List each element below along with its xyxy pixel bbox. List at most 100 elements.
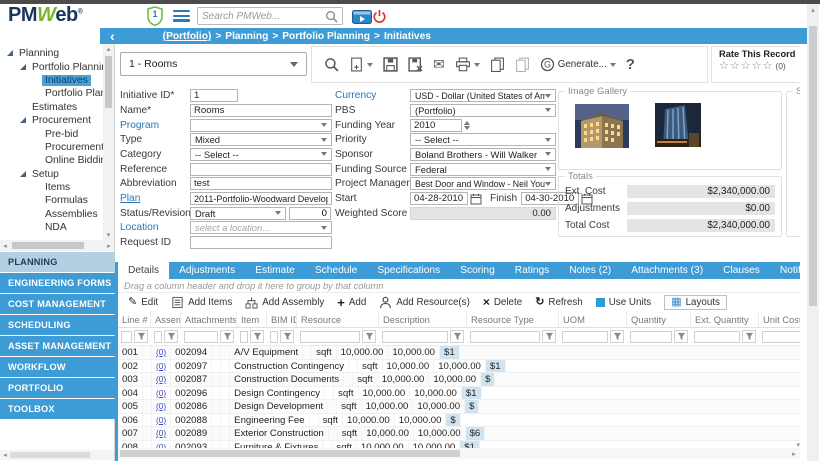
- scroll-down-icon[interactable]: ▾: [103, 231, 114, 239]
- rating-stars[interactable]: ☆☆☆☆☆: [719, 60, 773, 72]
- filter-input[interactable]: [694, 331, 740, 343]
- attachments-link[interactable]: (0): [156, 401, 166, 411]
- tree-caret-icon[interactable]: [32, 156, 42, 165]
- category-select[interactable]: -- Select --: [190, 148, 332, 161]
- tree-caret-icon[interactable]: [32, 130, 42, 139]
- funding-year-stepper[interactable]: [464, 121, 470, 130]
- scrollbar-thumb[interactable]: [105, 56, 112, 108]
- filter-funnel-icon[interactable]: [674, 330, 688, 343]
- scroll-right-icon[interactable]: ▸: [104, 242, 114, 250]
- tab[interactable]: Estimate: [245, 262, 305, 279]
- tree-caret-icon[interactable]: [32, 183, 42, 192]
- tree-caret-icon[interactable]: [19, 63, 29, 72]
- tree-caret-icon[interactable]: [32, 89, 42, 98]
- breadcrumb-home-link[interactable]: (Portfolio): [163, 31, 212, 42]
- chevron-down-icon[interactable]: [367, 63, 373, 67]
- column-header[interactable]: Assembl: [151, 311, 181, 327]
- attachments-link[interactable]: (0): [156, 415, 166, 425]
- tree-node[interactable]: Pre-bid: [0, 127, 103, 140]
- paste-record-button[interactable]: [515, 57, 530, 72]
- table-row[interactable]: 005 (0) 002086 Design Development sqft 1…: [118, 400, 800, 414]
- sidebar-bottom-scrollbar[interactable]: ◂: [0, 450, 114, 460]
- tree-node[interactable]: Formulas: [0, 194, 103, 207]
- filter-funnel-icon[interactable]: [220, 330, 234, 343]
- pmweb-logo[interactable]: PMWeb®: [8, 4, 82, 27]
- spinner-up-icon[interactable]: [464, 121, 470, 125]
- gallery-image-1[interactable]: [575, 104, 629, 148]
- tab[interactable]: Adjustments: [169, 262, 245, 279]
- tree-node[interactable]: NDA: [0, 221, 103, 234]
- filter-funnel-icon[interactable]: [742, 330, 756, 343]
- tree-caret-icon[interactable]: [32, 76, 42, 85]
- module-item[interactable]: SCHEDULING: [0, 315, 115, 335]
- attachments-link[interactable]: (0): [156, 428, 166, 438]
- record-selector-dropdown[interactable]: 1 - Rooms: [120, 52, 307, 76]
- filter-funnel-icon[interactable]: [362, 330, 376, 343]
- scrollbar-thumb[interactable]: [12, 242, 84, 249]
- project-manager-select[interactable]: Best Door and Window - Neil Youngers: [410, 177, 556, 190]
- module-item[interactable]: PORTFOLIO: [0, 378, 115, 398]
- use-units-checkbox[interactable]: Use Units: [596, 297, 651, 308]
- attachments-link[interactable]: (0): [156, 347, 166, 357]
- breadcrumb-item[interactable]: Planning: [225, 31, 268, 42]
- type-select[interactable]: Mixed: [190, 133, 332, 146]
- module-item[interactable]: WORKFLOW: [0, 357, 115, 377]
- tree-caret-icon[interactable]: [6, 49, 16, 58]
- filter-input[interactable]: [154, 331, 162, 343]
- table-row[interactable]: 004 (0) 002096 Design Contingency sqft 1…: [118, 387, 800, 401]
- tree-node[interactable]: Portfolio Planning: [0, 60, 103, 73]
- star-icon[interactable]: ☆: [752, 60, 763, 72]
- power-logout-icon[interactable]: [372, 9, 387, 24]
- tab[interactable]: Notes (2): [559, 262, 621, 279]
- reference-input[interactable]: [190, 163, 332, 176]
- star-icon[interactable]: ☆: [719, 60, 730, 72]
- currency-select[interactable]: USD - Dollar (United States of America): [410, 89, 556, 102]
- page-vertical-scrollbar[interactable]: ▴: [807, 4, 819, 461]
- module-item[interactable]: PLANNING: [0, 252, 115, 272]
- priority-select[interactable]: -- Select --: [410, 133, 556, 146]
- module-item[interactable]: ENGINEERING FORMS: [0, 273, 115, 293]
- column-header[interactable]: Description: [379, 311, 467, 327]
- refresh-button[interactable]: ↻Refresh: [535, 297, 583, 308]
- column-header[interactable]: Unit Cost: [759, 311, 800, 327]
- tab[interactable]: Attachments (3): [621, 262, 713, 279]
- scrollbar-thumb[interactable]: [10, 452, 90, 458]
- status-select[interactable]: Draft: [190, 207, 286, 220]
- add-items-button[interactable]: Add Items: [171, 296, 232, 309]
- edit-button[interactable]: ✎Edit: [128, 297, 158, 308]
- generate-button[interactable]: Generate...: [540, 57, 616, 72]
- column-header[interactable]: Line #: [118, 311, 151, 327]
- add-button[interactable]: +Add: [337, 297, 366, 308]
- breadcrumb-item[interactable]: Portfolio Planning: [282, 31, 370, 42]
- plan-link-label[interactable]: Plan: [120, 193, 190, 204]
- attachments-link[interactable]: (0): [156, 361, 166, 371]
- table-row[interactable]: 007 (0) 002089 Exterior Construction sqf…: [118, 427, 800, 441]
- add-resources-button[interactable]: Add Resource(s): [379, 296, 470, 309]
- gallery-image-2[interactable]: [655, 103, 701, 147]
- funding-year-input[interactable]: [410, 119, 462, 132]
- funding-source-select[interactable]: Federal: [410, 163, 556, 176]
- filter-funnel-icon[interactable]: [610, 330, 624, 343]
- tab[interactable]: Clauses: [713, 262, 770, 279]
- tree-node[interactable]: Procurement: [0, 141, 103, 154]
- save-close-button[interactable]: [408, 57, 423, 72]
- abbreviation-input[interactable]: [190, 177, 332, 190]
- filter-funnel-icon[interactable]: [134, 330, 148, 343]
- filter-input[interactable]: [630, 331, 672, 343]
- copy-record-button[interactable]: [490, 57, 505, 72]
- tree-vertical-scrollbar[interactable]: ▴ ▾: [103, 44, 114, 240]
- table-row[interactable]: 002 (0) 002097 Construction Contingency …: [118, 360, 800, 374]
- tree-node[interactable]: Assemblies: [0, 208, 103, 221]
- help-button[interactable]: ?: [626, 56, 635, 73]
- revision-input[interactable]: [289, 207, 331, 220]
- tab[interactable]: Specifications: [367, 262, 450, 279]
- tree-node[interactable]: Setup: [0, 168, 103, 181]
- chevron-down-icon[interactable]: [474, 63, 480, 67]
- initiative-id-input[interactable]: [190, 89, 238, 102]
- filter-input[interactable]: [184, 331, 218, 343]
- scroll-down-icon[interactable]: ▾: [796, 441, 800, 449]
- back-chevron-icon[interactable]: ‹: [110, 29, 115, 43]
- tree-caret-icon[interactable]: [32, 210, 42, 219]
- module-item[interactable]: TOOLBOX: [0, 399, 115, 419]
- tree-caret-icon[interactable]: [19, 103, 29, 112]
